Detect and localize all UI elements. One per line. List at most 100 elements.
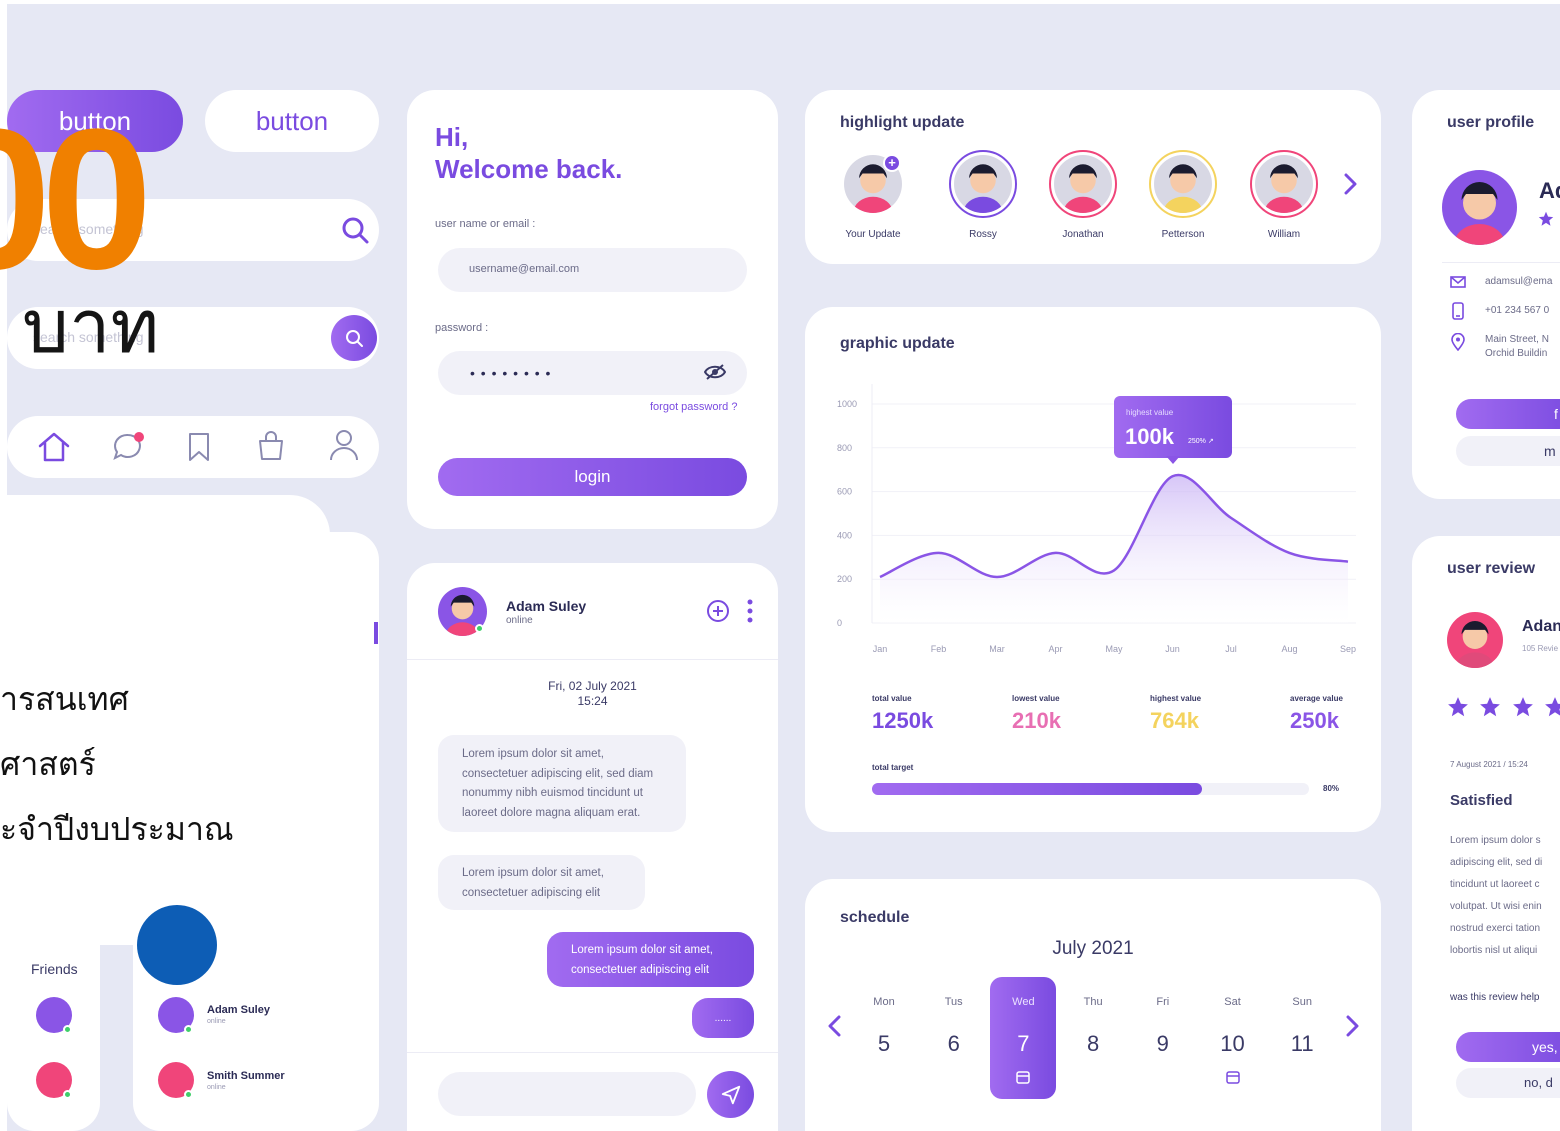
tooltip-pointer <box>1166 456 1180 464</box>
stat-label: total value <box>872 694 912 703</box>
friend-name: Smith Summer <box>207 1070 285 1082</box>
add-story-icon[interactable]: + <box>883 154 901 172</box>
profile-primary-label: f <box>1554 406 1558 422</box>
review-text-line: lobortis nisl ut aliqui <box>1450 945 1538 956</box>
thai-line-2: ศาสตร์ <box>0 746 96 782</box>
target-progress-fill <box>872 783 1202 795</box>
x-tick-label: Jul <box>1225 644 1237 654</box>
message-bubble-received: Lorem ipsum dolor sit amet, consectetuer… <box>438 735 686 832</box>
story-label: Petterson <box>1161 229 1205 240</box>
review-text-line: tincidunt ut laoreet c <box>1450 879 1540 890</box>
avatar <box>1255 155 1313 213</box>
review-yes-button[interactable]: yes, <box>1456 1032 1560 1062</box>
story-avatar[interactable] <box>949 150 1017 218</box>
day-number[interactable]: 5 <box>854 1031 914 1057</box>
chevron-right-icon[interactable] <box>1343 173 1357 200</box>
day-of-week: Wed <box>1012 996 1035 1008</box>
y-tick-label: 1000 <box>837 399 857 409</box>
login-button[interactable]: login <box>438 458 747 496</box>
review-text-line: Lorem ipsum dolor s <box>1450 835 1541 846</box>
phone-icon <box>1452 302 1464 325</box>
tooltip-value: 100k <box>1125 424 1174 449</box>
schedule-title: schedule <box>840 909 910 926</box>
thai-line-1: ารสนเทศ <box>0 681 129 717</box>
story-avatar[interactable] <box>1149 150 1217 218</box>
search-button[interactable] <box>331 315 377 361</box>
password-label: password : <box>435 322 489 334</box>
story-label: Jonathan <box>1062 229 1104 240</box>
story-avatar[interactable] <box>1049 150 1117 218</box>
review-avatar[interactable] <box>1447 612 1503 668</box>
search-icon[interactable] <box>340 215 370 245</box>
username-input[interactable]: username@email.com <box>438 248 747 292</box>
y-tick-label: 200 <box>837 574 852 584</box>
avatar <box>1154 155 1212 213</box>
thai-line-3: ะจำปีงบประมาณ <box>0 811 234 847</box>
profile-name: Ad <box>1539 178 1560 203</box>
day-number[interactable]: 11 <box>1272 1031 1332 1057</box>
chat-bubble-icon[interactable] <box>111 430 145 469</box>
home-icon[interactable] <box>37 431 71 468</box>
profile-secondary-button[interactable]: m <box>1456 436 1560 466</box>
chevron-right-icon[interactable] <box>1345 1015 1359 1042</box>
review-date: 7 August 2021 / 15:24 <box>1450 760 1528 769</box>
story-avatar[interactable] <box>1250 150 1318 218</box>
friend-status: online <box>207 1084 226 1091</box>
chat-name: Adam Suley <box>506 598 587 614</box>
star-icon <box>1448 697 1468 717</box>
review-text-line: adipiscing elit, sed di <box>1450 857 1543 868</box>
day-of-week: Tus <box>944 996 963 1008</box>
profile-avatar[interactable] <box>1442 170 1517 245</box>
message-input[interactable] <box>438 1072 696 1116</box>
day-number[interactable]: 9 <box>1133 1031 1193 1057</box>
x-tick-label: Apr <box>1048 644 1062 654</box>
user-label: user name or email : <box>435 218 536 230</box>
review-question: was this review help <box>1450 992 1540 1003</box>
stat-label: average value <box>1290 694 1343 703</box>
tooltip-label: highest value <box>1126 408 1174 417</box>
review-no-label: no, d <box>1524 1075 1553 1090</box>
chat-footer-divider <box>407 1052 778 1053</box>
online-dot <box>184 1090 193 1099</box>
price-number: 00 <box>0 88 152 311</box>
profile-address-2: Orchid Buildin <box>1485 348 1548 359</box>
more-vertical-icon[interactable] <box>747 599 753 628</box>
y-tick-label: 800 <box>837 443 852 453</box>
y-tick-label: 600 <box>837 487 852 497</box>
online-dot <box>184 1025 193 1034</box>
day-of-week: Sat <box>1224 996 1241 1008</box>
chat-date: Fri, 02 July 2021 <box>548 679 637 693</box>
friends-card-left: Friends <box>7 945 100 1131</box>
chart-title: graphic update <box>840 335 955 352</box>
day-number[interactable]: 6 <box>924 1031 984 1057</box>
review-text-line: volutpat. Ut wisi enin <box>1450 901 1542 912</box>
password-input[interactable]: • • • • • • • • <box>438 351 747 395</box>
star-icon <box>1513 697 1533 717</box>
story-avatar[interactable]: + <box>839 150 907 218</box>
secondary-button[interactable]: button <box>205 90 379 152</box>
user-icon[interactable] <box>329 428 359 467</box>
stat-value: 1250k <box>872 708 934 733</box>
user-profile-card: user profile Ad adamsul@ema +01 234 567 … <box>1412 90 1560 499</box>
calendar-event-icon <box>1016 1070 1031 1089</box>
day-number[interactable]: 7 <box>993 1031 1053 1057</box>
user-review-card: user review Adan 105 Revie 7 August 2021… <box>1412 536 1560 1131</box>
eye-off-icon[interactable] <box>703 363 727 386</box>
bookmark-icon[interactable] <box>187 432 211 467</box>
stat-value: 210k <box>1012 708 1061 733</box>
review-no-button[interactable]: no, d <box>1456 1068 1560 1098</box>
day-of-week: Fri <box>1156 996 1170 1008</box>
shopping-bag-icon[interactable] <box>257 429 285 466</box>
day-number[interactable]: 10 <box>1203 1031 1263 1057</box>
day-number[interactable]: 8 <box>1063 1031 1123 1057</box>
profile-primary-button[interactable]: f <box>1456 399 1560 429</box>
chevron-left-icon[interactable] <box>828 1015 842 1042</box>
stat-label: lowest value <box>1012 694 1060 703</box>
forgot-password-link[interactable]: forgot password ? <box>650 401 737 413</box>
add-circle-icon[interactable] <box>706 599 730 628</box>
highlight-card: highlight update + Your Update Rossy Jonath… <box>805 90 1381 264</box>
x-tick-label: Aug <box>1281 644 1297 654</box>
star-icon <box>1480 697 1501 717</box>
x-tick-label: Mar <box>989 644 1005 654</box>
send-button[interactable] <box>707 1071 754 1118</box>
